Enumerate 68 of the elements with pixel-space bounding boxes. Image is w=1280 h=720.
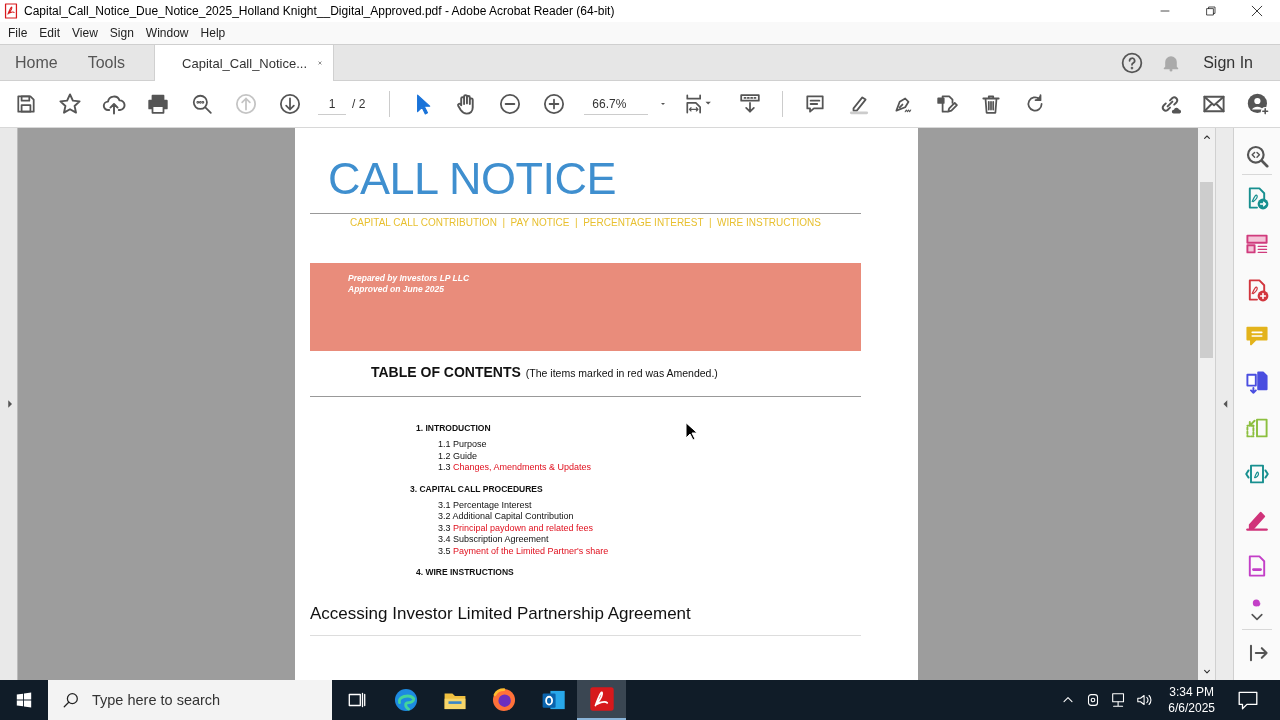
next-page-icon[interactable]	[279, 93, 301, 115]
taskbar-app[interactable]	[577, 680, 626, 720]
trash-icon[interactable]	[980, 93, 1003, 115]
document-title: CALL NOTICE	[328, 153, 617, 205]
clock-date[interactable]: 6/6/2025	[1168, 700, 1215, 716]
scan-pdf-icon[interactable]	[1245, 462, 1269, 486]
menu-item[interactable]: Edit	[33, 24, 67, 42]
document-subtitle: CAPITAL CALL CONTRIBUTION | PAY NOTICE | PERCENTAGE INTEREST | WIRE INSTRUCTIONS	[349, 217, 822, 228]
toc-item: 1.3 Changes, Amendments & Updates	[438, 462, 592, 474]
acrobat-icon	[4, 3, 18, 19]
zoom-in-icon[interactable]	[543, 93, 566, 115]
search-icon	[62, 691, 80, 709]
toc-item: 3.1 Percentage Interest	[438, 499, 532, 511]
star-icon[interactable]	[58, 92, 82, 116]
toc-section: 3. CAPITAL CALL PROCEDURES	[410, 483, 543, 494]
zoom-out-icon[interactable]	[499, 93, 522, 115]
nav-tab[interactable]: Tools	[72, 45, 141, 80]
taskbar-search-field[interactable]: Type here to search	[90, 691, 294, 709]
edit-document-icon[interactable]	[936, 93, 959, 115]
restore-icon[interactable]	[1203, 3, 1219, 19]
scroll-down-icon[interactable]	[1201, 668, 1212, 676]
toc-note: (The items marked in red was Amended.)	[525, 367, 718, 379]
toc-item: 1.1 Purpose	[438, 439, 487, 451]
toc-item: 3.2 Additional Capital Contribution	[438, 511, 574, 523]
toc-item: 3.4 Subscription Agreement	[438, 534, 549, 546]
firefox-icon[interactable]	[490, 687, 517, 713]
toc-item: 3.5 Payment of the Limited Partner's share	[438, 545, 609, 557]
save-icon[interactable]	[15, 93, 37, 115]
edge-icon[interactable]	[392, 687, 419, 713]
notifications-icon[interactable]	[1237, 689, 1259, 711]
document-tab[interactable]: Capital_Call_Notice...	[154, 45, 335, 81]
menu-item[interactable]: Window	[139, 24, 195, 42]
toc-item: 1.2 Guide	[438, 450, 478, 462]
acrobat-icon[interactable]	[588, 686, 615, 712]
toc-item: 3.3 Principal paydown and related fees	[438, 522, 594, 534]
page-number-field[interactable]: 1	[318, 93, 346, 115]
comment-icon[interactable]	[804, 93, 827, 115]
clock-time[interactable]: 3:34 PM	[1169, 684, 1214, 700]
combine-files-icon[interactable]	[1245, 370, 1269, 394]
mouse-cursor-icon	[684, 422, 698, 442]
section-heading: Accessing Investor Limited Partnership Agreement	[310, 604, 691, 624]
nav-tab[interactable]: Home	[0, 45, 73, 80]
start-icon[interactable]	[15, 691, 33, 709]
banner-text: Approved on June 2025	[348, 284, 444, 294]
zoom-search-icon[interactable]	[191, 93, 213, 115]
zoom-field[interactable]: 66.7%	[584, 93, 649, 115]
toc-heading: TABLE OF CONTENTS	[371, 364, 521, 380]
menu-item[interactable]: Help	[194, 24, 232, 42]
window-title: Capital_Call_Notice_Due_Notice_2025_Holland Knight__Digital_Approved.pdf - Adobe Acrobat Reader (64-bit)	[24, 4, 615, 18]
banner-text: Prepared by Investors LP LLC	[348, 273, 470, 283]
print-icon[interactable]	[147, 93, 169, 115]
menu-item[interactable]: View	[66, 24, 104, 42]
page-total: / 2	[352, 97, 366, 111]
help-icon[interactable]	[1121, 51, 1144, 74]
scrollbar[interactable]	[1198, 128, 1215, 680]
expand-down-icon[interactable]	[1249, 612, 1265, 622]
menu-item[interactable]: File	[2, 24, 34, 42]
toc-section: 1. INTRODUCTION	[416, 423, 491, 433]
scroll-mode-icon[interactable]	[738, 93, 763, 115]
zoom-search-icon[interactable]	[1245, 144, 1269, 168]
menu-item[interactable]: Sign	[103, 24, 140, 42]
toc-section: 4. WIRE INSTRUCTIONS	[416, 567, 514, 577]
sign-in-link[interactable]: Sign In	[1203, 53, 1253, 72]
organize-pages-icon[interactable]	[1245, 232, 1269, 256]
close-icon[interactable]	[1249, 3, 1265, 19]
scrollbar-thumb[interactable]	[1200, 182, 1213, 358]
taskbar-search-box[interactable]: Type here to search	[48, 680, 332, 720]
add-user-icon[interactable]	[1246, 92, 1270, 116]
